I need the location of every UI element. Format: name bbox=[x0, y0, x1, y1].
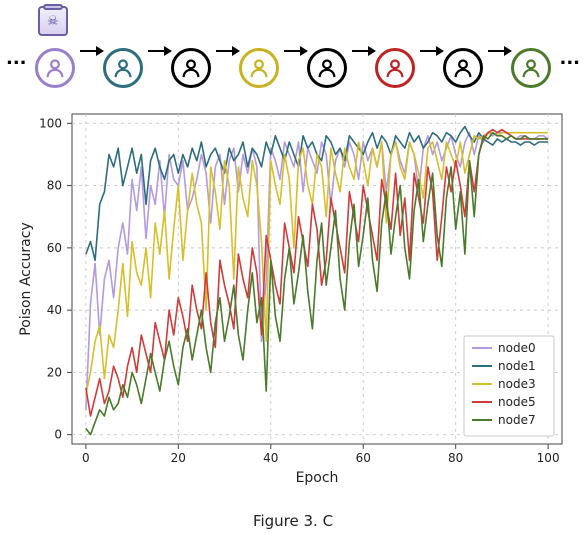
node-chain-diagram: ... ... ☠ bbox=[0, 6, 586, 96]
chain-node-node7 bbox=[506, 6, 556, 96]
chain-node-node2 bbox=[166, 6, 216, 96]
person-icon bbox=[239, 48, 279, 88]
svg-text:node7: node7 bbox=[498, 413, 536, 427]
series-node1 bbox=[86, 127, 548, 261]
svg-text:node5: node5 bbox=[498, 395, 536, 409]
svg-text:40: 40 bbox=[263, 451, 278, 465]
svg-text:Poison Accuracy: Poison Accuracy bbox=[18, 222, 34, 336]
arrow-icon bbox=[284, 50, 302, 52]
figure-caption: Figure 3. C bbox=[0, 512, 586, 530]
chain-node-node3 bbox=[234, 6, 284, 96]
person-icon bbox=[443, 48, 483, 88]
chain-node-node4 bbox=[302, 6, 352, 96]
arrow-icon bbox=[488, 50, 506, 52]
svg-text:80: 80 bbox=[448, 451, 463, 465]
arrow-icon bbox=[216, 50, 234, 52]
arrow-icon bbox=[148, 50, 166, 52]
ellipsis-right: ... bbox=[559, 48, 580, 69]
chain-node-node6 bbox=[438, 6, 488, 96]
person-icon bbox=[103, 48, 143, 88]
person-icon bbox=[511, 48, 551, 88]
person-icon bbox=[171, 48, 211, 88]
svg-text:20: 20 bbox=[171, 451, 186, 465]
svg-text:0: 0 bbox=[82, 451, 90, 465]
svg-text:0: 0 bbox=[54, 428, 62, 442]
svg-text:80: 80 bbox=[47, 179, 62, 193]
svg-text:20: 20 bbox=[47, 365, 62, 379]
svg-text:40: 40 bbox=[47, 303, 62, 317]
svg-text:node1: node1 bbox=[498, 359, 536, 373]
svg-text:Epoch: Epoch bbox=[296, 470, 339, 486]
arrow-icon bbox=[80, 50, 98, 52]
svg-text:60: 60 bbox=[47, 241, 62, 255]
chain-node-node1 bbox=[98, 6, 148, 96]
chain-node-node5 bbox=[370, 6, 420, 96]
svg-text:node0: node0 bbox=[498, 341, 536, 355]
person-icon bbox=[307, 48, 347, 88]
person-icon bbox=[35, 48, 75, 88]
person-icon bbox=[375, 48, 415, 88]
svg-text:60: 60 bbox=[356, 451, 371, 465]
svg-text:100: 100 bbox=[39, 116, 62, 130]
svg-text:node3: node3 bbox=[498, 377, 536, 391]
arrow-icon bbox=[420, 50, 438, 52]
ellipsis-left: ... bbox=[6, 48, 27, 69]
poison-accuracy-chart: 0 20 40 60 80 100 0 20 40 60 80 100 Epoch Poison Accu… bbox=[10, 104, 576, 492]
chain-node-node0 bbox=[30, 6, 80, 96]
arrow-icon bbox=[352, 50, 370, 52]
svg-text:100: 100 bbox=[537, 451, 560, 465]
